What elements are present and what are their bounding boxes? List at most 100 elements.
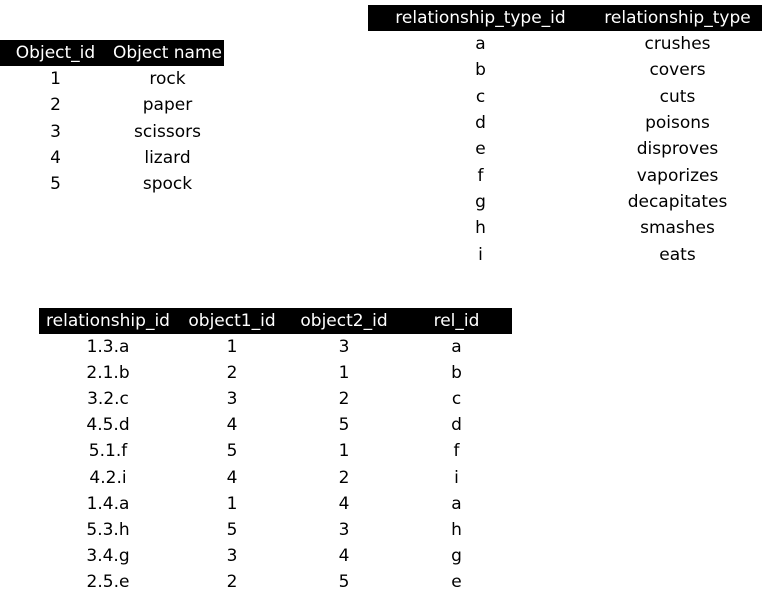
object1-id-cell: 2 <box>226 571 238 592</box>
header-relationship-id: relationship_id <box>39 308 177 334</box>
relationship-type-cell: crushes <box>644 34 711 55</box>
object1-id-cell: 2 <box>226 363 238 384</box>
relationship-type-id-cell: d <box>475 113 486 134</box>
object1-id-cell: 4 <box>226 415 238 436</box>
table-row: d poisons <box>368 110 762 136</box>
table-row: 5.1.f 5 1 f <box>39 438 512 464</box>
object-name-cell: scissors <box>134 121 201 142</box>
table-row: 2 paper <box>0 92 224 118</box>
relationships-table: relationship_id object1_id object2_id re… <box>39 308 512 595</box>
rel-id-cell: e <box>451 571 462 592</box>
table-header-row: relationship_type_id relationship_type <box>368 5 762 31</box>
object-id-cell: 4 <box>50 148 61 169</box>
rel-id-cell: i <box>454 467 459 488</box>
object2-id-cell: 2 <box>338 389 350 410</box>
relationship-id-cell: 3.4.g <box>86 545 130 566</box>
relationship-type-id-cell: b <box>475 60 486 81</box>
table-row: 3.2.c 3 2 c <box>39 386 512 412</box>
table-row: 1.4.a 1 4 a <box>39 491 512 517</box>
table-row: b covers <box>368 57 762 83</box>
object1-id-cell: 1 <box>226 337 238 358</box>
object-name-cell: rock <box>149 69 186 90</box>
relationship-type-id-cell: e <box>475 139 486 160</box>
object2-id-cell: 5 <box>338 415 350 436</box>
table-row: 5.3.h 5 3 h <box>39 517 512 543</box>
relationship-type-id-cell: g <box>475 191 486 212</box>
object2-id-cell: 1 <box>338 363 350 384</box>
relationship-id-cell: 2.5.e <box>86 571 130 592</box>
table-row: f vaporizes <box>368 162 762 188</box>
relationship-type-cell: cuts <box>659 86 696 107</box>
table-row: 4.5.d 4 5 d <box>39 412 512 438</box>
table-row: i eats <box>368 241 762 267</box>
table-row: h smashes <box>368 215 762 241</box>
relationship-type-cell: covers <box>649 60 706 81</box>
relationship-type-id-cell: f <box>477 165 484 186</box>
relationship-type-cell: disproves <box>636 139 719 160</box>
object-name-cell: paper <box>142 95 193 116</box>
relationship-id-cell: 4.5.d <box>86 415 130 436</box>
relationship-type-id-cell: a <box>475 34 486 55</box>
table-row: 1.3.a 1 3 a <box>39 334 512 360</box>
object2-id-cell: 2 <box>338 467 350 488</box>
rel-id-cell: g <box>451 545 462 566</box>
table-header-row: Object_id Object name <box>0 40 224 66</box>
object2-id-cell: 3 <box>338 337 350 358</box>
object1-id-cell: 3 <box>226 389 238 410</box>
object2-id-cell: 5 <box>338 571 350 592</box>
header-rel-id: rel_id <box>401 308 512 334</box>
relationship-type-cell: poisons <box>645 113 710 134</box>
relationship-type-id-cell: h <box>475 218 486 239</box>
table-row: 4.2.i 4 2 i <box>39 464 512 490</box>
header-object2-id: object2_id <box>287 308 401 334</box>
relationship-id-cell: 5.1.f <box>88 441 128 462</box>
rel-id-cell: h <box>451 519 462 540</box>
object1-id-cell: 4 <box>226 467 238 488</box>
object-id-cell: 3 <box>50 121 61 142</box>
object1-id-cell: 3 <box>226 545 238 566</box>
object-name-cell: spock <box>142 174 193 195</box>
object-id-cell: 5 <box>50 174 61 195</box>
object-id-cell: 2 <box>50 95 61 116</box>
table-row: 4 lizard <box>0 145 224 171</box>
relationship-id-cell: 1.4.a <box>86 493 130 514</box>
relationship-id-cell: 1.3.a <box>86 337 130 358</box>
relationship-type-cell: eats <box>659 244 696 265</box>
table-row: 1 rock <box>0 66 224 92</box>
object1-id-cell: 5 <box>226 519 238 540</box>
objects-table: Object_id Object name 1 rock 2 paper 3 scis… <box>0 40 224 197</box>
table-row: g decapitates <box>368 189 762 215</box>
relationship-types-table: relationship_type_id relationship_type a… <box>368 5 762 268</box>
object1-id-cell: 5 <box>226 441 238 462</box>
header-object1-id: object1_id <box>177 308 287 334</box>
header-object-name: Object name <box>111 40 224 66</box>
header-relationship-type: relationship_type <box>593 5 762 31</box>
relationship-id-cell: 5.3.h <box>86 519 130 540</box>
object2-id-cell: 4 <box>338 545 350 566</box>
object2-id-cell: 3 <box>338 519 350 540</box>
rel-id-cell: d <box>451 415 462 436</box>
header-relationship-type-id: relationship_type_id <box>368 5 593 31</box>
table-header-row: relationship_id object1_id object2_id re… <box>39 308 512 334</box>
rel-id-cell: b <box>451 363 462 384</box>
table-row: 5 spock <box>0 171 224 197</box>
object-id-cell: 1 <box>50 69 61 90</box>
relationship-id-cell: 3.2.c <box>87 389 129 410</box>
relationship-type-cell: vaporizes <box>636 165 719 186</box>
table-row: e disproves <box>368 136 762 162</box>
table-row: 3.4.g 3 4 g <box>39 543 512 569</box>
table-row: 2.5.e 2 5 e <box>39 569 512 595</box>
relationship-type-id-cell: i <box>478 244 483 265</box>
relationship-type-id-cell: c <box>475 86 486 107</box>
object2-id-cell: 4 <box>338 493 350 514</box>
relationship-id-cell: 4.2.i <box>89 467 127 488</box>
table-row: 2.1.b 2 1 b <box>39 360 512 386</box>
relationship-type-cell: decapitates <box>627 191 728 212</box>
rel-id-cell: a <box>451 337 462 358</box>
object-name-cell: lizard <box>144 148 191 169</box>
table-row: c cuts <box>368 84 762 110</box>
object1-id-cell: 1 <box>226 493 238 514</box>
rel-id-cell: a <box>451 493 462 514</box>
table-row: a crushes <box>368 31 762 57</box>
relationship-id-cell: 2.1.b <box>86 363 130 384</box>
